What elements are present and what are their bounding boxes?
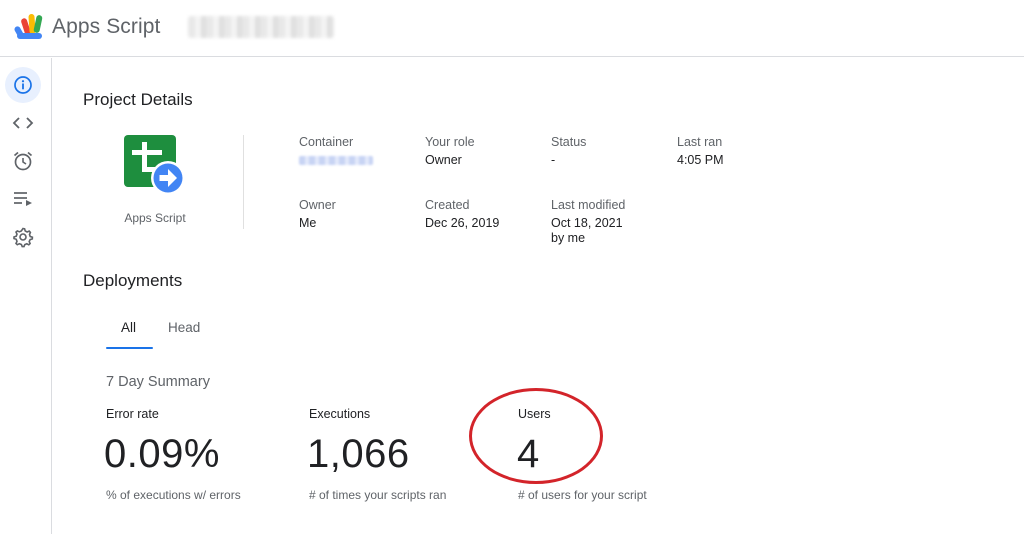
left-nav: [0, 58, 52, 534]
tab-head[interactable]: Head: [168, 317, 200, 347]
details-divider: [243, 135, 244, 229]
executions-value: 1,066: [307, 432, 410, 476]
nav-settings-button[interactable]: [5, 219, 41, 255]
tab-all[interactable]: All: [121, 317, 136, 347]
nav-executions-button[interactable]: [5, 181, 41, 217]
nav-editor-button[interactable]: [5, 105, 41, 141]
top-app-bar: Apps Script: [0, 0, 1024, 57]
last-modified-date: Oct 18, 2021: [551, 216, 623, 230]
last-ran-value: 4:05 PM: [677, 153, 724, 167]
deployments-heading: Deployments: [83, 271, 183, 290]
app-title[interactable]: Apps Script: [52, 15, 160, 39]
users-caption: # of users for your script: [518, 488, 647, 502]
status-value: -: [551, 153, 556, 167]
code-brackets-icon: [12, 117, 34, 129]
last-modified-by: by me: [551, 231, 586, 245]
nav-triggers-button[interactable]: [5, 143, 41, 179]
executions-list-icon: [14, 192, 32, 206]
your-role-label: Your role: [425, 135, 475, 149]
error-rate-value: 0.09%: [104, 432, 220, 476]
project-details-heading: Project Details: [83, 90, 193, 109]
container-label: Container: [299, 135, 354, 149]
last-ran-label: Last ran: [677, 135, 723, 149]
summary-title: 7 Day Summary: [106, 374, 210, 390]
overview-panel: Project Details Apps Script Container Yo…: [53, 58, 1024, 534]
owner-value: Me: [299, 216, 317, 230]
error-rate-caption: % of executions w/ errors: [106, 488, 241, 502]
nav-overview-button[interactable]: [5, 67, 41, 103]
executions-caption: # of times your scripts ran: [309, 488, 447, 502]
project-type-label: Apps Script: [124, 211, 186, 225]
your-role-value: Owner: [425, 153, 462, 167]
owner-label: Owner: [299, 198, 336, 212]
container-value-redacted[interactable]: [299, 156, 373, 165]
error-rate-label: Error rate: [106, 407, 159, 421]
created-label: Created: [425, 198, 470, 212]
active-tab-indicator: [106, 347, 153, 349]
created-value: Dec 26, 2019: [425, 216, 500, 230]
info-icon: [14, 76, 32, 94]
gear-icon: [13, 227, 34, 248]
executions-label: Executions: [309, 407, 371, 421]
sheets-apps-script-icon: [124, 135, 185, 195]
last-modified-label: Last modified: [551, 198, 626, 212]
status-label: Status: [551, 135, 587, 149]
alarm-clock-icon: [13, 151, 33, 171]
red-highlight-circle: [469, 388, 603, 484]
project-name-redacted[interactable]: [188, 16, 334, 38]
apps-script-logo-icon[interactable]: [14, 12, 46, 40]
